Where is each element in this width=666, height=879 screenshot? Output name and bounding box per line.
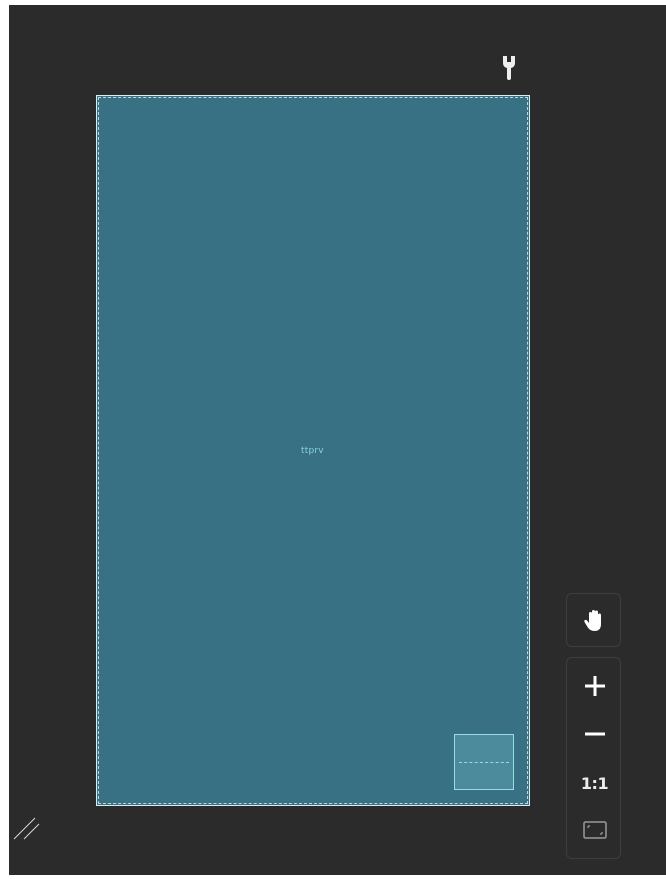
mini-frame-preview[interactable] (454, 734, 514, 790)
app-window: ttprv 1:1 (0, 0, 666, 879)
pan-tool-panel (566, 593, 621, 647)
resize-grip-icon[interactable] (11, 812, 45, 846)
fit-screen-icon (583, 821, 607, 839)
minus-icon (585, 732, 605, 736)
zoom-in-button[interactable] (581, 672, 609, 700)
fit-screen-button[interactable] (581, 818, 609, 842)
canvas-workspace[interactable]: ttprv 1:1 (9, 5, 666, 875)
frame-label: ttprv (301, 446, 324, 456)
wrench-icon-graphic (503, 56, 515, 80)
hand-icon[interactable] (579, 606, 609, 636)
zoom-controls: 1:1 (566, 657, 621, 859)
actual-size-button[interactable]: 1:1 (577, 769, 612, 799)
plus-icon (585, 676, 605, 696)
zoom-out-button[interactable] (581, 720, 609, 748)
mini-frame-divider (459, 762, 509, 763)
resize-grip-graphic (13, 817, 40, 840)
wrench-icon[interactable] (497, 54, 521, 82)
design-frame[interactable]: ttprv (96, 95, 530, 806)
hand-icon-graphic (584, 610, 601, 631)
